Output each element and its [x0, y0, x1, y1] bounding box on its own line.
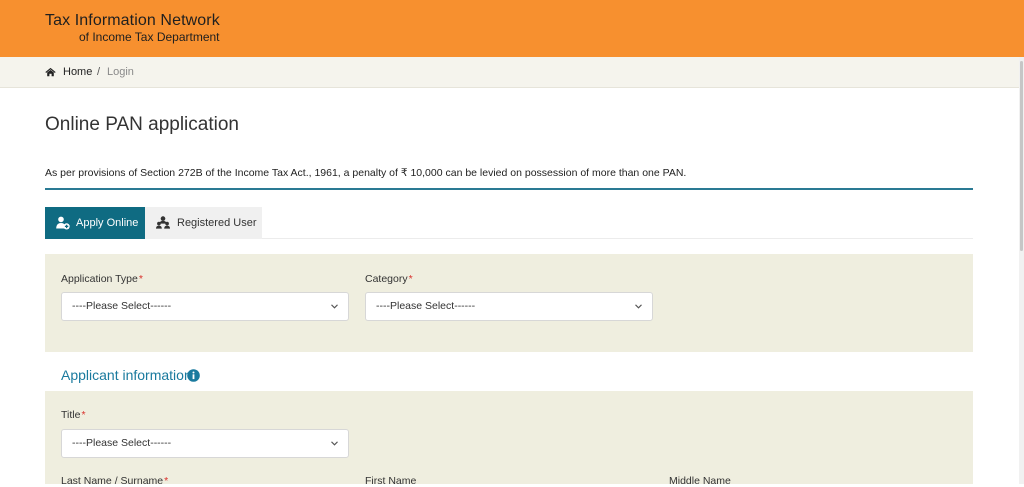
- application-type-label: Application Type*: [61, 273, 143, 285]
- home-icon[interactable]: [45, 67, 56, 77]
- tab-apply-online-label: Apply Online: [76, 217, 139, 229]
- tab-apply-online[interactable]: Apply Online: [45, 207, 145, 239]
- category-label: Category*: [365, 273, 413, 285]
- application-type-select[interactable]: ----Please Select------: [61, 292, 349, 321]
- chevron-down-icon: [331, 304, 338, 309]
- info-icon[interactable]: [187, 369, 200, 382]
- logo-line-1: Tax Information Network: [45, 12, 220, 29]
- breadcrumb-current: Login: [107, 66, 134, 78]
- chevron-down-icon: [331, 441, 338, 446]
- logo-line-2: of Income Tax Department: [79, 30, 220, 44]
- middle-name-label: Middle Name: [669, 475, 731, 487]
- required-mark: *: [408, 273, 413, 285]
- category-select[interactable]: ----Please Select------: [365, 292, 653, 321]
- application-type-value: ----Please Select------: [72, 300, 172, 312]
- breadcrumb-home-link[interactable]: Home: [63, 57, 92, 87]
- breadcrumb: Home / Login: [0, 57, 1024, 88]
- user-add-icon: [56, 216, 70, 230]
- site-logo[interactable]: Tax Information Network of Income Tax De…: [45, 11, 220, 44]
- scrollbar-thumb[interactable]: [1020, 61, 1023, 251]
- required-mark: *: [164, 475, 169, 487]
- tab-registered-user[interactable]: Registered User: [145, 207, 262, 239]
- category-value: ----Please Select------: [376, 300, 476, 312]
- applicant-information-heading: Applicant information: [61, 367, 192, 383]
- page-title: Online PAN application: [45, 114, 239, 135]
- chevron-down-icon: [635, 304, 642, 309]
- breadcrumb-separator: /: [97, 66, 101, 78]
- site-header: Tax Information Network of Income Tax De…: [0, 0, 1024, 57]
- penalty-notice: As per provisions of Section 272B of the…: [45, 167, 687, 179]
- last-name-label: Last Name / Surname*: [61, 475, 169, 487]
- title-label: Title*: [61, 409, 86, 421]
- required-mark: *: [138, 273, 143, 285]
- title-value: ----Please Select------: [72, 437, 172, 449]
- tabs-divider: [262, 238, 973, 239]
- page-scrollbar[interactable]: [1019, 57, 1024, 484]
- tab-registered-user-label: Registered User: [177, 217, 257, 229]
- first-name-label: First Name: [365, 475, 417, 487]
- user-group-icon: [156, 216, 170, 229]
- notice-divider: [45, 188, 973, 190]
- title-select[interactable]: ----Please Select------: [61, 429, 349, 458]
- required-mark: *: [81, 409, 86, 421]
